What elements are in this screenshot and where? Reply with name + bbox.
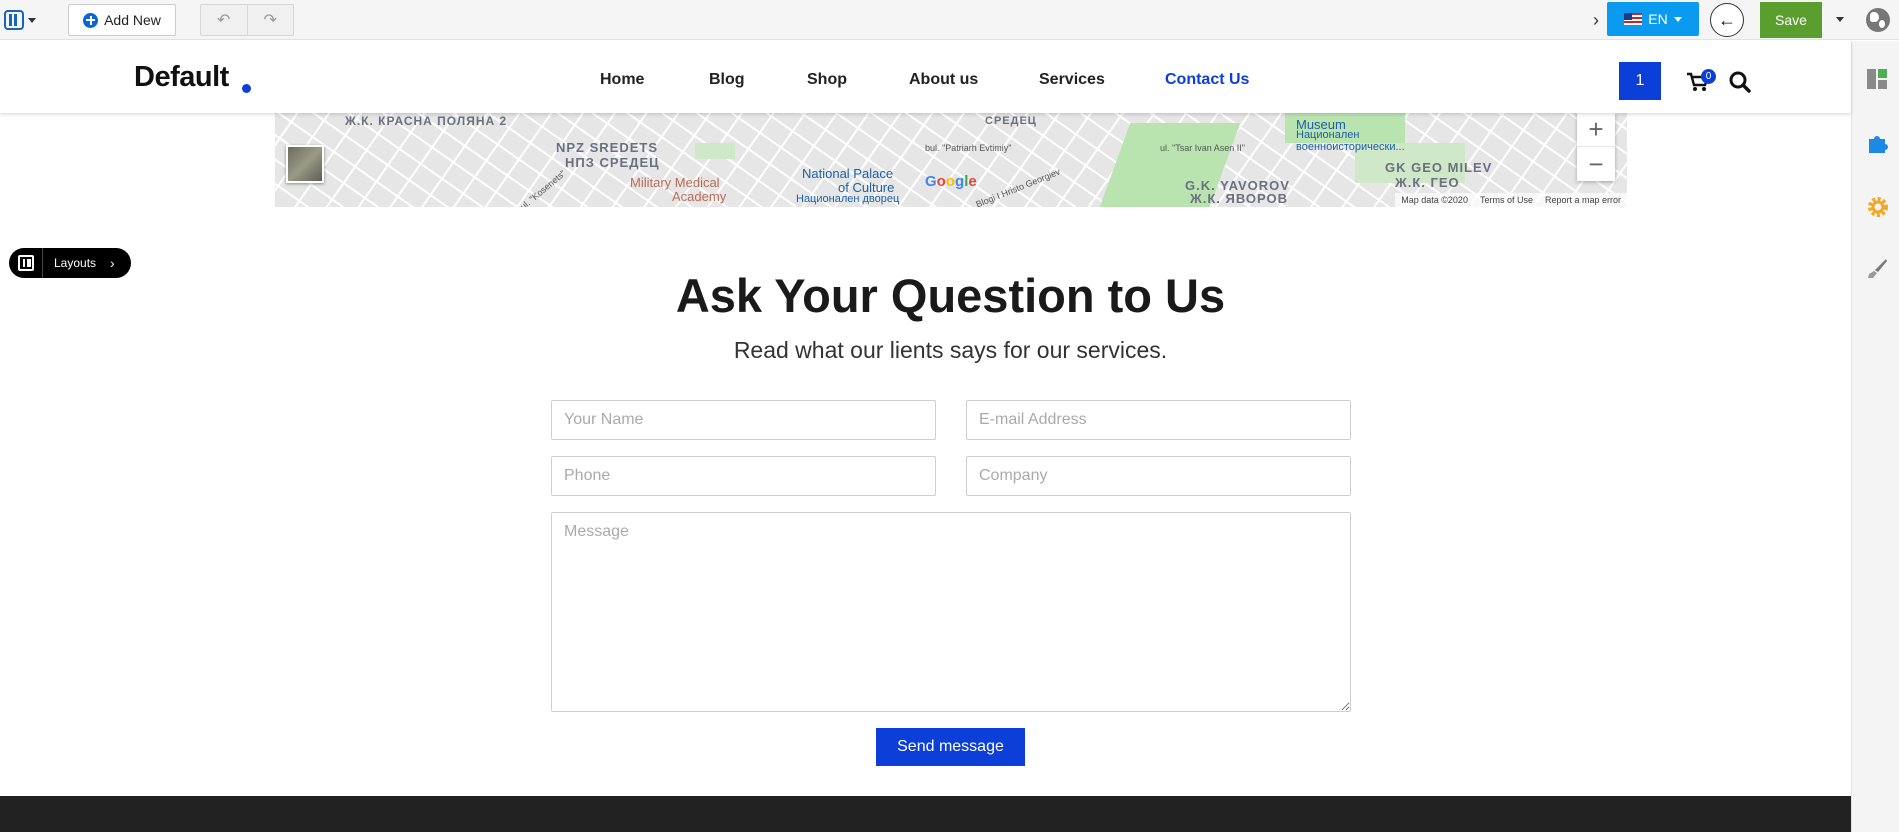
add-new-label: Add New — [104, 12, 161, 28]
map-label-poliana: Ж.К. КРАСНА ПОЛЯНА 2 — [345, 114, 508, 128]
language-select[interactable]: EN — [1607, 2, 1699, 36]
language-label: EN — [1648, 11, 1668, 27]
map-label-sredets: СРЕДЕЦ — [985, 115, 1037, 127]
expand-chevron-button[interactable]: › — [1586, 10, 1606, 30]
nav-blog[interactable]: Blog — [709, 71, 745, 89]
company-input[interactable] — [966, 456, 1351, 496]
redo-icon: ↷ — [263, 12, 277, 29]
zoom-out-button[interactable]: − — [1577, 147, 1615, 181]
caret-down-icon — [1673, 16, 1682, 22]
add-new-button[interactable]: Add New — [68, 4, 176, 36]
map-label-academy: Academy — [672, 189, 727, 204]
email-input[interactable] — [966, 400, 1351, 440]
caret-down-icon — [28, 17, 36, 23]
us-flag-icon — [1624, 13, 1643, 25]
name-input[interactable] — [551, 400, 936, 440]
site-logo[interactable]: Default — [134, 61, 229, 94]
arrow-left-icon: ← — [1718, 9, 1736, 30]
puzzle-icon[interactable] — [1866, 132, 1888, 154]
back-button[interactable]: ← — [1710, 3, 1744, 37]
site-footer — [0, 796, 1851, 832]
undo-button[interactable]: ↶ — [201, 5, 248, 35]
plus-circle-icon — [83, 12, 99, 28]
satellite-view-toggle[interactable] — [286, 145, 324, 183]
undo-icon: ↶ — [217, 12, 231, 29]
map-label-npz-cyr: НПЗ СРЕДЕЦ — [565, 155, 660, 170]
map-label-geo-milev: GK GEO MILEV — [1385, 160, 1493, 175]
map-data-text: Map data ©2020 — [1401, 195, 1468, 205]
redo-button[interactable]: ↷ — [248, 5, 294, 35]
app-menu-button[interactable] — [4, 8, 48, 32]
map-label-geo-milev-cyr: Ж.К. ГЕО — [1395, 175, 1460, 190]
save-button[interactable]: Save — [1760, 2, 1822, 38]
cart-count-badge: 0 — [1701, 69, 1716, 84]
map-label-military: Military Medical — [630, 175, 720, 190]
history-controls: ↶ ↷ — [200, 4, 294, 36]
header-number-button[interactable]: 1 — [1619, 62, 1661, 100]
search-icon[interactable] — [1729, 71, 1751, 93]
chevron-right-icon: › — [1593, 9, 1599, 30]
nav-shop[interactable]: Shop — [807, 71, 847, 89]
logo-dot — [242, 84, 251, 93]
app-logo-icon — [4, 10, 24, 30]
map-label-palace: National Palace — [802, 166, 894, 181]
contact-heading: Ask Your Question to Us — [675, 269, 1226, 322]
gear-icon[interactable] — [1866, 195, 1888, 217]
map-label-palace-cyr: Национален дворец — [796, 193, 900, 205]
nav-services[interactable]: Services — [1039, 71, 1105, 89]
editor-side-panel — [1851, 41, 1899, 832]
google-logo: Google — [925, 173, 977, 190]
report-map-error-link[interactable]: Report a map error — [1545, 195, 1621, 205]
layout-panel-icon[interactable] — [1866, 68, 1888, 90]
message-textarea[interactable] — [551, 512, 1351, 712]
map-label-patriarh: bul. "Patriarh Evtimiy" — [925, 143, 1012, 153]
contact-subheading: Read what our lients says for our servic… — [733, 337, 1168, 363]
zoom-in-button[interactable]: + — [1577, 113, 1615, 147]
nav-home[interactable]: Home — [600, 71, 644, 89]
map-label-yavorov-cyr: Ж.К. ЯВОРОВ — [1190, 191, 1289, 206]
nav-about-us[interactable]: About us — [909, 71, 978, 89]
globe-icon[interactable] — [1866, 8, 1890, 32]
nav-contact-us[interactable]: Contact Us — [1165, 71, 1249, 89]
google-map[interactable]: Ж.К. КРАСНА ПОЛЯНА 2 NPZ SREDETS НПЗ СРЕ… — [275, 113, 1627, 207]
save-options-caret-icon[interactable] — [1836, 17, 1844, 22]
terms-of-use-link[interactable]: Terms of Use — [1480, 195, 1533, 205]
map-attribution: Map data ©2020 Terms of Use Report a map… — [1395, 193, 1627, 207]
phone-input[interactable] — [551, 456, 936, 496]
map-label-museum-cyr: Национален военноисторически... — [1296, 129, 1405, 153]
map-label-ivan-asen: ul. "Tsar Ivan Asen II" — [1160, 143, 1245, 153]
map-label-npz: NPZ SREDETS — [556, 140, 659, 155]
editor-toolbar: Add New ↶ ↷ › EN ← Save — [0, 0, 1899, 40]
map-park — [695, 143, 735, 159]
site-header: Default Home Blog Shop About us Services… — [0, 41, 1851, 113]
map-zoom-controls: + − — [1577, 113, 1615, 181]
send-message-button[interactable]: Send message — [876, 728, 1025, 766]
